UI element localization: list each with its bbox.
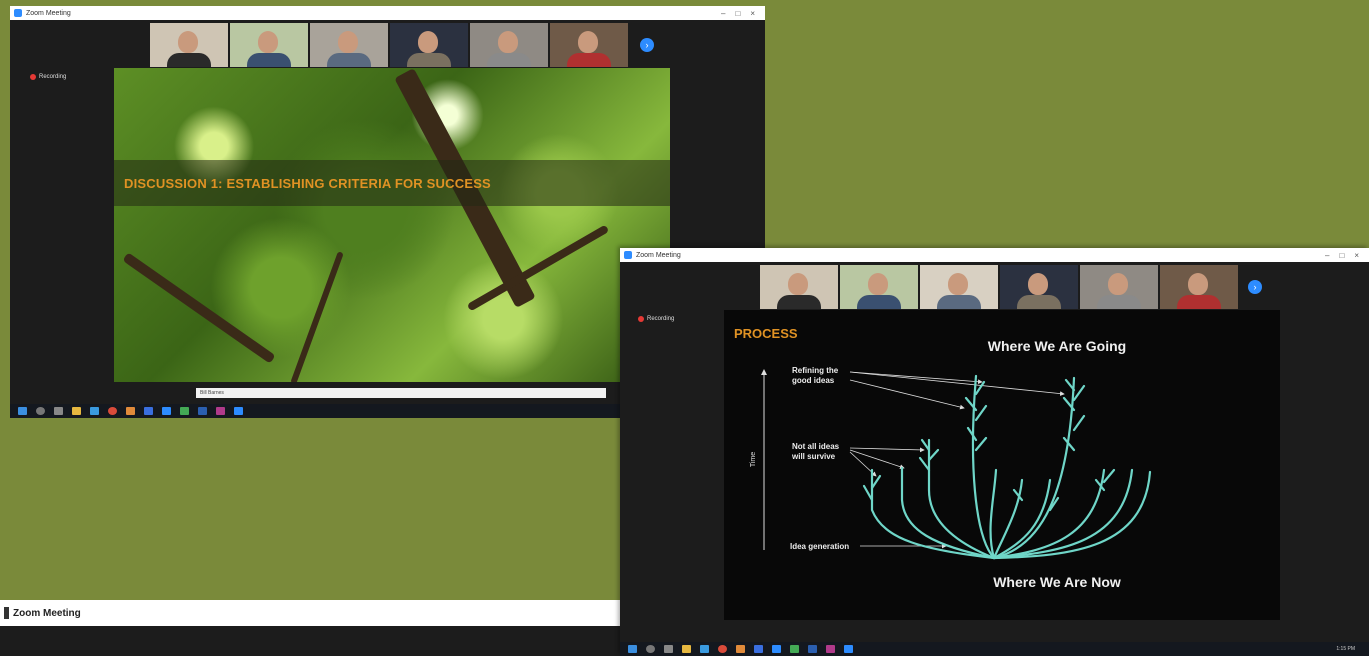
next-participants-icon[interactable]: ›	[640, 38, 654, 52]
recording-label: Recording	[647, 316, 675, 322]
app-icon[interactable]	[198, 407, 207, 415]
idea-tree-branches	[862, 374, 1152, 560]
app-icon[interactable]	[808, 645, 817, 653]
chat-name-bar[interactable]: Bill Barnes	[196, 388, 606, 398]
window-controls: – □ ×	[721, 9, 765, 18]
chrome-icon[interactable]	[718, 645, 727, 653]
app-icon[interactable]	[754, 645, 763, 653]
recording-indicator: Recording	[30, 74, 66, 80]
zoom-app-icon	[4, 607, 9, 619]
system-clock[interactable]: 1:15 PM	[1336, 646, 1355, 652]
next-participants-icon[interactable]: ›	[1248, 280, 1262, 294]
app-icon[interactable]	[180, 407, 189, 415]
search-icon[interactable]	[36, 407, 45, 415]
zoom-taskbar-icon[interactable]	[234, 407, 243, 415]
shared-slide-leaves: DISCUSSION 1: ESTABLISHING CRITERIA FOR …	[114, 68, 670, 382]
zoom-window-bottom: Zoom Meeting	[0, 600, 620, 656]
zoom-app-icon	[624, 251, 632, 259]
app-icon[interactable]	[162, 407, 171, 415]
record-dot-icon	[30, 74, 36, 80]
title-bar: Zoom Meeting	[0, 600, 620, 626]
window-controls: – □ ×	[1325, 251, 1369, 260]
title-bar: Zoom Meeting – □ ×	[10, 6, 765, 20]
app-icon[interactable]	[700, 645, 709, 653]
task-view-icon[interactable]	[54, 407, 63, 415]
participant-video[interactable]	[1160, 265, 1238, 309]
zoom-taskbar-icon[interactable]	[844, 645, 853, 653]
window-title: Zoom Meeting	[13, 607, 81, 619]
app-icon[interactable]	[126, 407, 135, 415]
minimize-icon[interactable]: –	[721, 9, 725, 18]
app-icon[interactable]	[772, 645, 781, 653]
close-icon[interactable]: ×	[750, 9, 755, 18]
window-title: Zoom Meeting	[26, 9, 71, 17]
participant-video[interactable]	[760, 265, 838, 309]
window-title: Zoom Meeting	[636, 251, 681, 259]
app-icon[interactable]	[216, 407, 225, 415]
participant-strip	[150, 23, 628, 67]
file-explorer-icon[interactable]	[72, 407, 81, 415]
title-bar: Zoom Meeting – □ ×	[620, 248, 1369, 262]
task-view-icon[interactable]	[664, 645, 673, 653]
search-icon[interactable]	[646, 645, 655, 653]
pointer-lines	[849, 371, 1065, 549]
app-icon[interactable]	[736, 645, 745, 653]
participant-video[interactable]	[470, 23, 548, 67]
participant-video[interactable]	[230, 23, 308, 67]
chrome-icon[interactable]	[108, 407, 117, 415]
participant-video[interactable]	[1080, 265, 1158, 309]
recording-label: Recording	[39, 74, 67, 80]
maximize-icon[interactable]: □	[735, 9, 740, 18]
zoom-app-icon	[14, 9, 22, 17]
participant-video[interactable]	[390, 23, 468, 67]
participant-video[interactable]	[1000, 265, 1078, 309]
participant-video[interactable]	[920, 265, 998, 309]
participant-video[interactable]	[550, 23, 628, 67]
shared-slide-process: PROCESS Where We Are Going Where We Are …	[724, 310, 1280, 620]
close-icon[interactable]: ×	[1354, 251, 1359, 260]
file-explorer-icon[interactable]	[682, 645, 691, 653]
app-icon[interactable]	[790, 645, 799, 653]
recording-indicator: Recording	[638, 316, 674, 322]
participant-strip	[760, 265, 1238, 309]
app-icon[interactable]	[90, 407, 99, 415]
zoom-window-process: Zoom Meeting – □ × › Recording PROCESS W…	[620, 248, 1369, 656]
idea-tree-diagram	[761, 369, 1152, 560]
slide-banner: DISCUSSION 1: ESTABLISHING CRITERIA FOR …	[114, 160, 670, 206]
participant-video[interactable]	[310, 23, 388, 67]
windows-start-icon[interactable]	[18, 407, 27, 415]
app-icon[interactable]	[826, 645, 835, 653]
name-bar-text: Bill Barnes	[200, 390, 224, 396]
participant-video[interactable]	[840, 265, 918, 309]
record-dot-icon	[638, 316, 644, 322]
slide-banner-text: DISCUSSION 1: ESTABLISHING CRITERIA FOR …	[124, 175, 491, 191]
app-icon[interactable]	[144, 407, 153, 415]
participant-video[interactable]	[150, 23, 228, 67]
windows-start-icon[interactable]	[628, 645, 637, 653]
minimize-icon[interactable]: –	[1325, 251, 1329, 260]
maximize-icon[interactable]: □	[1339, 251, 1344, 260]
taskbar: 1:15 PM	[620, 642, 1369, 656]
